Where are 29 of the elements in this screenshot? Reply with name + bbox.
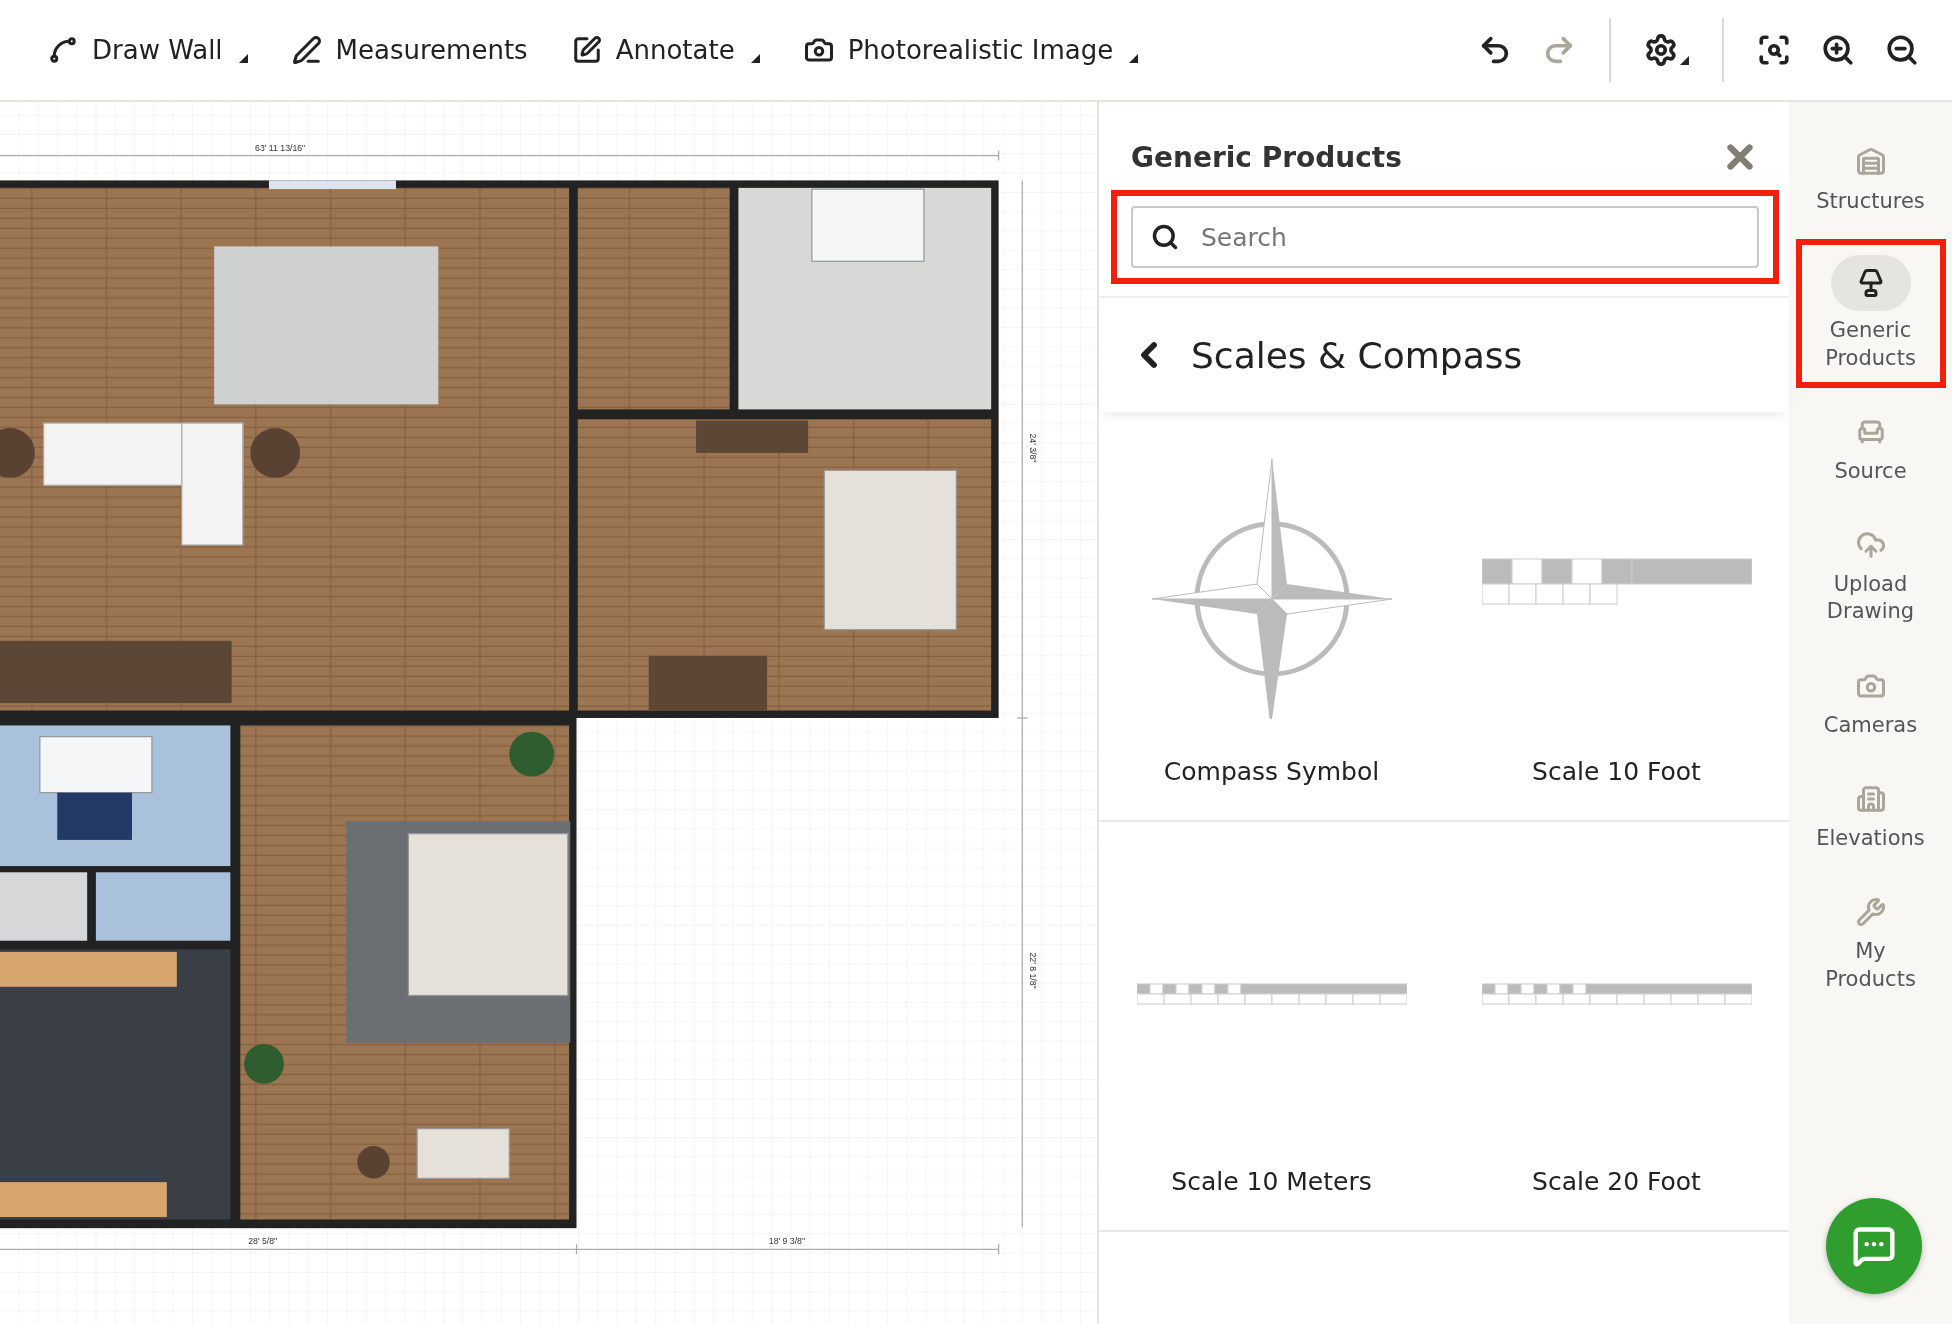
zoom-out-icon bbox=[1885, 33, 1919, 67]
pen-icon bbox=[571, 35, 602, 65]
tool-button[interactable]: Photorealistic Image bbox=[803, 35, 1139, 65]
nav-item[interactable]: Structures bbox=[1795, 126, 1946, 232]
nodes-icon bbox=[48, 35, 78, 65]
nav-item[interactable]: Source bbox=[1795, 395, 1946, 502]
nav-item[interactable]: Elevations bbox=[1795, 763, 1946, 869]
focus-search-icon bbox=[1757, 33, 1791, 67]
gear-icon bbox=[1644, 33, 1678, 67]
dimension-label: 18' 9 3/8" bbox=[768, 1236, 806, 1247]
back-button[interactable]: Scales & Compass bbox=[1099, 296, 1789, 412]
dimension-label: 28' 5/8" bbox=[248, 1236, 278, 1247]
zoom-in-icon bbox=[1821, 33, 1855, 67]
nav-item[interactable]: My Products bbox=[1795, 876, 1946, 1009]
floor-plan-canvas[interactable]: 63' 11 13/16" 24' 3/8" 22' 8 1/8" 28' 5/8" 18' 9 3/8" bbox=[0, 102, 1097, 1324]
tool-button[interactable]: Draw Wall bbox=[48, 35, 248, 65]
search-field[interactable]: Search bbox=[1131, 206, 1759, 268]
caret-icon bbox=[1680, 56, 1689, 65]
chat-icon bbox=[1852, 1224, 1896, 1268]
nav-item[interactable]: Upload Drawing bbox=[1795, 509, 1946, 642]
tool-button[interactable]: Measurements bbox=[291, 35, 528, 65]
panel-title: Generic Products bbox=[1131, 140, 1402, 174]
nav-item[interactable]: Generic Products bbox=[1795, 239, 1946, 388]
pen-icon bbox=[291, 35, 322, 65]
nav-item[interactable]: Cameras bbox=[1795, 649, 1946, 756]
tool-button[interactable]: Annotate bbox=[571, 35, 760, 65]
dimension-label: 24' 3/8" bbox=[1027, 433, 1038, 463]
dimension-label: 22' 8 1/8" bbox=[1027, 952, 1038, 989]
dimension-label: 63' 11 13/16" bbox=[255, 142, 306, 153]
